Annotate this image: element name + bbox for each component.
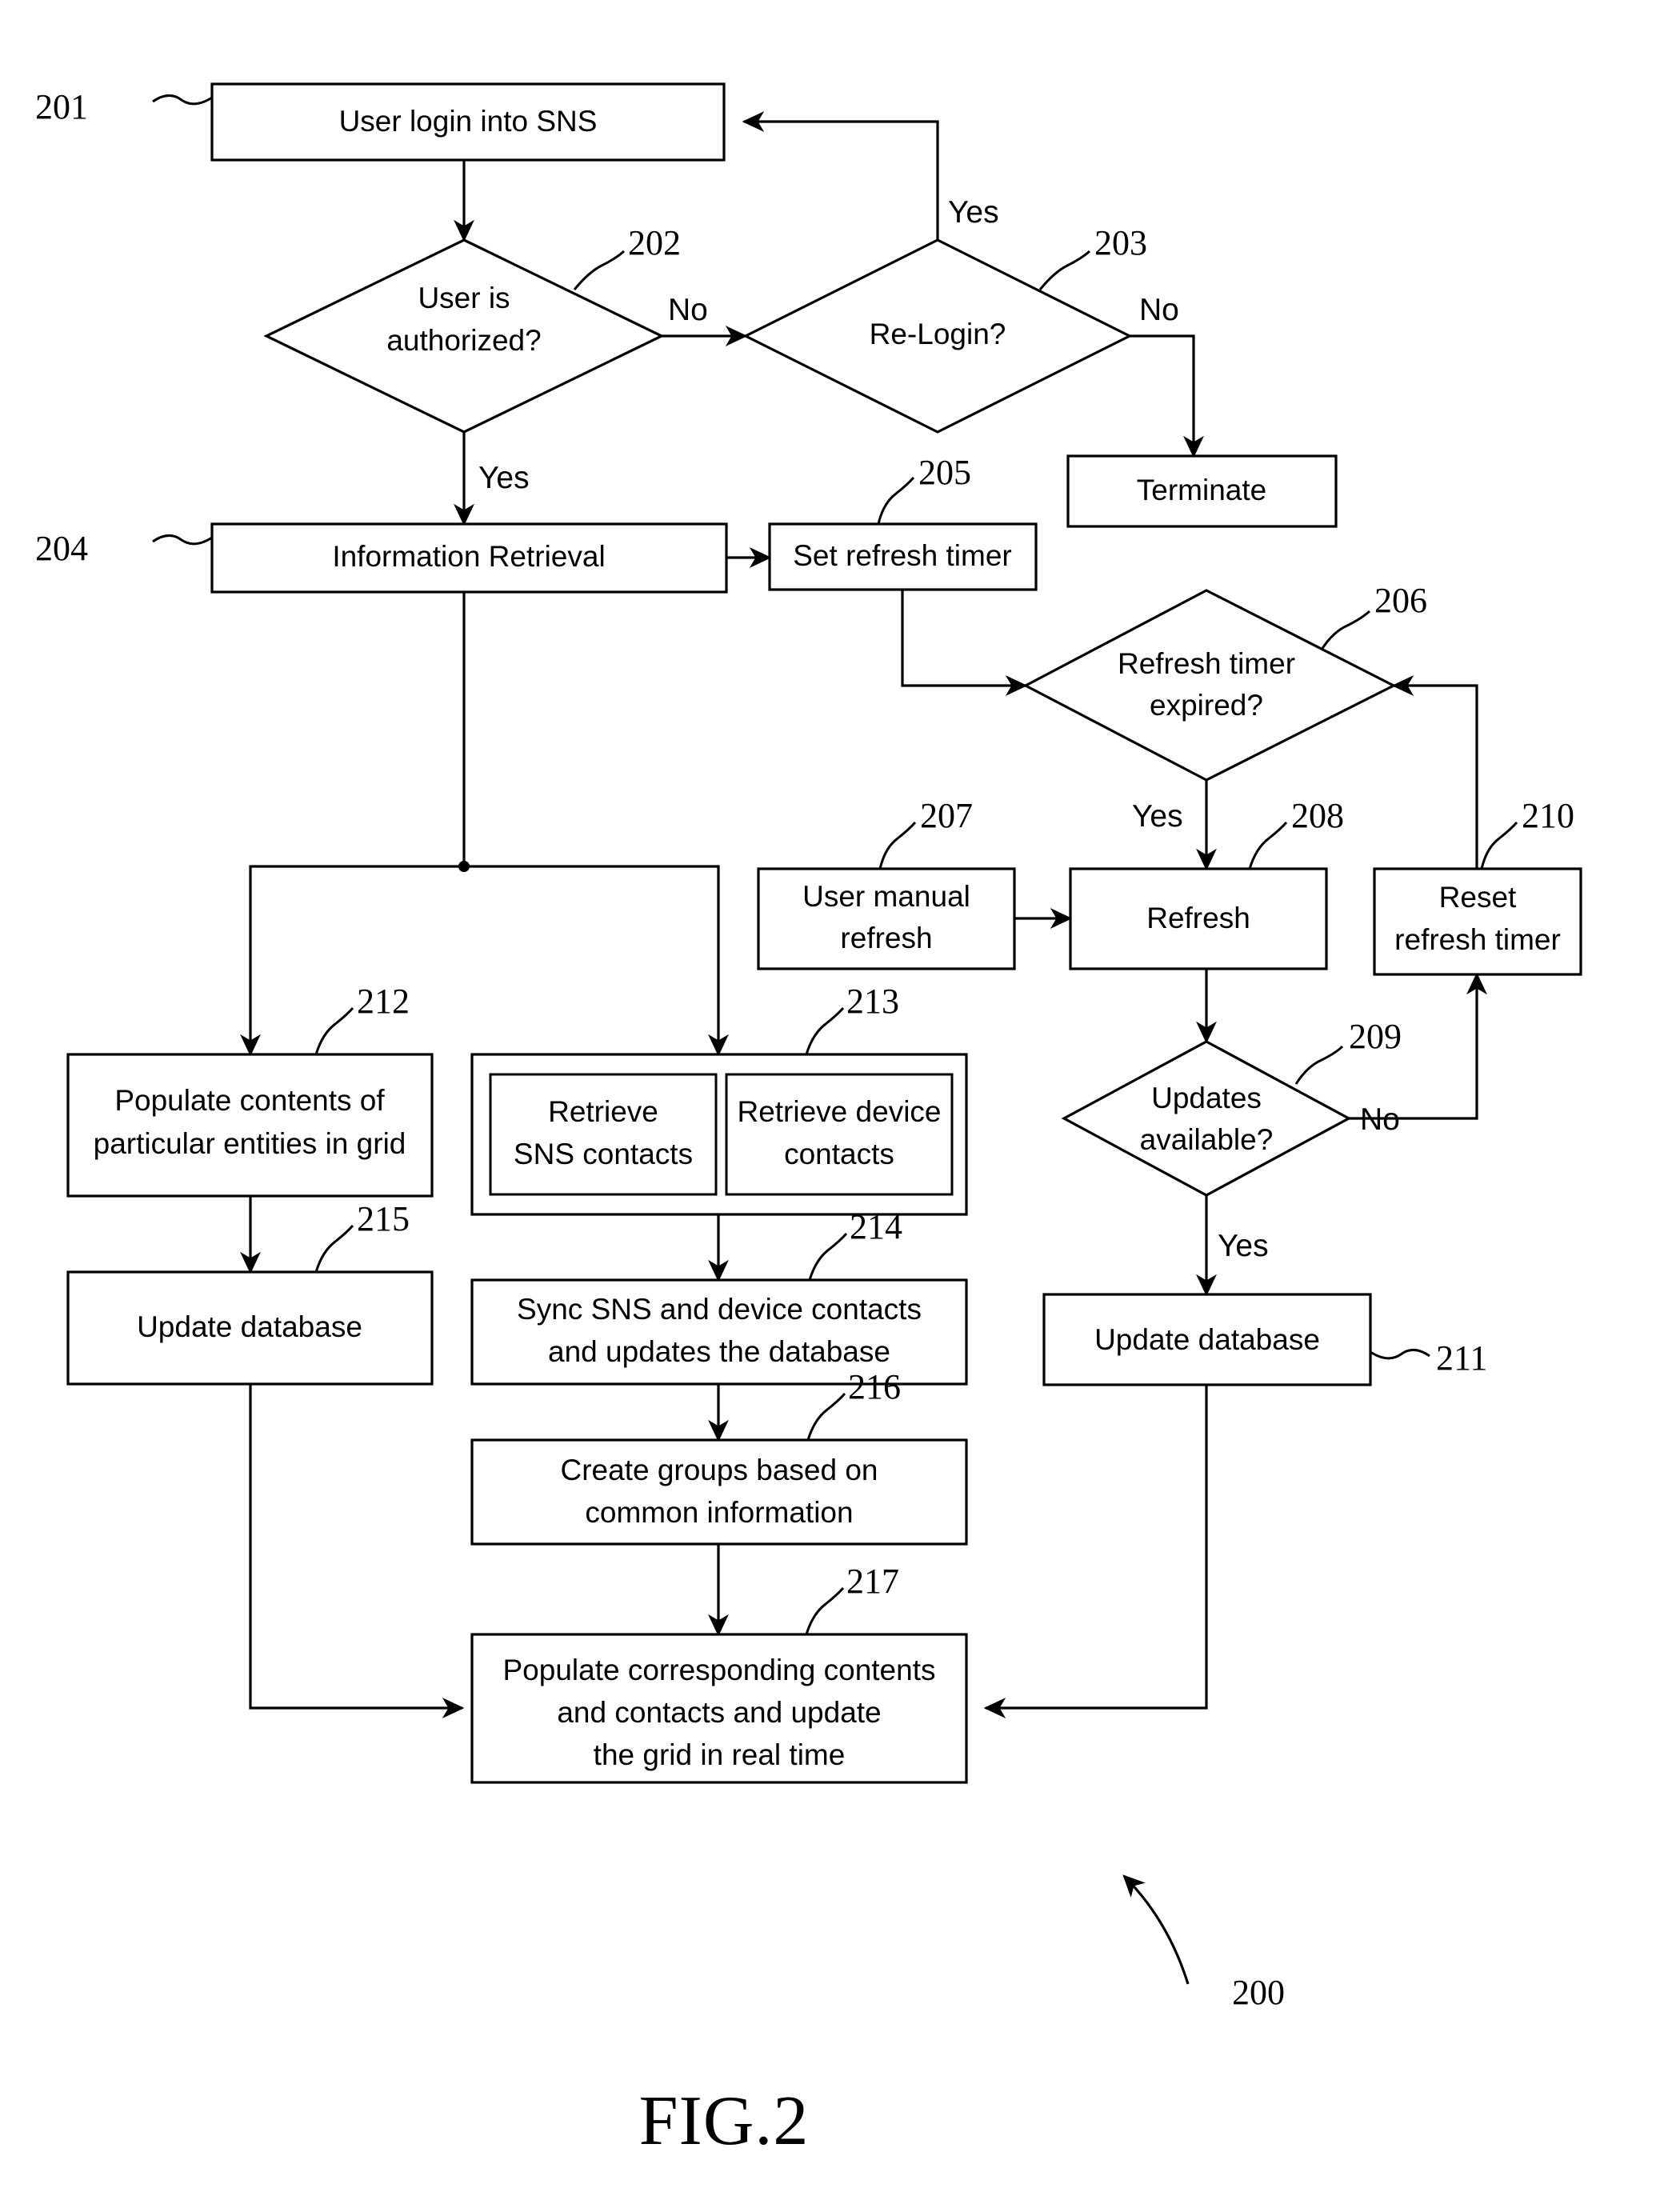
leader-216 bbox=[806, 1393, 846, 1441]
node-217-label-line1: Populate corresponding contents bbox=[503, 1654, 936, 1686]
edge-215-to-217 bbox=[249, 1384, 465, 1718]
edge-210-to-206 bbox=[1391, 675, 1478, 869]
edge-203-yes-to-201 bbox=[742, 111, 939, 240]
figure-caption: FIG.2 bbox=[639, 2082, 810, 2160]
node-204-label: Information Retrieval bbox=[332, 540, 605, 573]
node-209-label-line2: available? bbox=[1140, 1123, 1274, 1156]
ref-201: 201 bbox=[35, 87, 88, 126]
node-207-label-line1: User manual bbox=[802, 880, 970, 913]
edge-211-to-217 bbox=[983, 1386, 1208, 1718]
node-211-label: Update database bbox=[1094, 1323, 1320, 1356]
edge-label-updates-no: No bbox=[1360, 1102, 1400, 1137]
leader-206 bbox=[1320, 610, 1371, 650]
node-212-populate-contents bbox=[66, 1053, 434, 1198]
leader-208 bbox=[1248, 822, 1288, 870]
node-205-label: Set refresh timer bbox=[793, 539, 1011, 572]
node-215-label: Update database bbox=[137, 1310, 362, 1343]
ref-213: 213 bbox=[846, 982, 899, 1021]
node-217-label-line2: and contacts and update bbox=[557, 1696, 881, 1729]
leader-217 bbox=[805, 1587, 845, 1635]
ref-205: 205 bbox=[918, 453, 971, 492]
ref-215: 215 bbox=[357, 1199, 410, 1238]
node-206-refresh-timer-expired bbox=[1022, 589, 1397, 782]
leader-212 bbox=[314, 1007, 354, 1055]
edge-label-auth-yes: Yes bbox=[478, 461, 530, 495]
node-206-label-line1: Refresh timer bbox=[1118, 647, 1295, 680]
leader-209 bbox=[1294, 1045, 1344, 1085]
node-207-label-line2: refresh bbox=[840, 922, 932, 954]
node-212-label-line1: Populate contents of bbox=[114, 1084, 385, 1117]
leader-215 bbox=[314, 1225, 354, 1273]
ref-211: 211 bbox=[1436, 1338, 1487, 1378]
edge-label-relogin-yes: Yes bbox=[948, 195, 999, 230]
node-213a-label-line1: Retrieve bbox=[548, 1095, 658, 1128]
node-213b-label-line2: contacts bbox=[784, 1138, 894, 1170]
edge-label-updates-yes: Yes bbox=[1218, 1229, 1269, 1263]
edge-label-auth-no: No bbox=[668, 293, 708, 327]
edge-label-relogin-no: No bbox=[1139, 293, 1179, 327]
node-213b-label-line1: Retrieve device bbox=[737, 1095, 941, 1128]
leader-204 bbox=[152, 534, 213, 546]
ref-207: 207 bbox=[920, 796, 973, 835]
ref-212: 212 bbox=[357, 982, 410, 1021]
edge-label-timer-yes: Yes bbox=[1132, 799, 1183, 834]
leader-201 bbox=[152, 94, 213, 106]
ref-217: 217 bbox=[846, 1562, 899, 1601]
ref-206: 206 bbox=[1374, 581, 1427, 620]
node-213a-retrieve-sns-contacts bbox=[489, 1073, 718, 1196]
node-213a-label-line2: SNS contacts bbox=[514, 1138, 693, 1170]
leader-200-pointer bbox=[1122, 1874, 1190, 1985]
node-216-label-line2: common information bbox=[585, 1496, 853, 1529]
node-217-label-line3: the grid in real time bbox=[594, 1738, 846, 1771]
edge-203-no-to-terminate bbox=[1130, 334, 1204, 458]
ref-214: 214 bbox=[850, 1207, 902, 1246]
node-206-label-line2: expired? bbox=[1150, 689, 1263, 722]
leader-214 bbox=[808, 1233, 848, 1281]
leader-203 bbox=[1038, 250, 1091, 290]
ref-208: 208 bbox=[1291, 796, 1344, 835]
node-202-label-line2: authorized? bbox=[386, 324, 541, 357]
node-214-label-line2: and updates the database bbox=[548, 1335, 890, 1368]
ref-203: 203 bbox=[1094, 223, 1147, 262]
leader-210 bbox=[1480, 822, 1518, 870]
leader-213 bbox=[805, 1007, 845, 1055]
flowchart-canvas: User login into SNS User is authorized? … bbox=[35, 82, 1582, 2160]
node-216-label-line1: Create groups based on bbox=[561, 1454, 878, 1486]
ref-210: 210 bbox=[1522, 796, 1574, 835]
edge-bus-right bbox=[464, 865, 729, 1057]
node-203-label-line1: Re-Login? bbox=[870, 318, 1006, 350]
ref-216: 216 bbox=[848, 1367, 901, 1406]
edge-bus-left bbox=[240, 865, 464, 1057]
node-213b-retrieve-device-contacts bbox=[725, 1073, 954, 1196]
patent-figure-page: User login into SNS User is authorized? … bbox=[0, 0, 1680, 2208]
node-212-label-line2: particular entities in grid bbox=[94, 1127, 406, 1160]
ref-202: 202 bbox=[628, 223, 681, 262]
leader-207 bbox=[878, 822, 917, 870]
leader-205 bbox=[877, 477, 915, 525]
node-terminate-label: Terminate bbox=[1137, 474, 1266, 506]
ref-200: 200 bbox=[1232, 1973, 1285, 2012]
node-209-updates-available bbox=[1061, 1040, 1352, 1197]
node-202-label-line1: User is bbox=[418, 282, 510, 314]
leader-211 bbox=[1370, 1349, 1430, 1360]
node-214-label-line1: Sync SNS and device contacts bbox=[517, 1293, 922, 1326]
node-209-label-line1: Updates bbox=[1151, 1082, 1262, 1114]
node-201-label: User login into SNS bbox=[339, 105, 598, 138]
leader-202 bbox=[573, 250, 626, 290]
edge-205-to-206 bbox=[901, 588, 1028, 696]
node-208-label: Refresh bbox=[1146, 902, 1250, 934]
node-210-label-line1: Reset bbox=[1439, 881, 1517, 914]
node-210-label-line2: refresh timer bbox=[1394, 923, 1561, 956]
ref-209: 209 bbox=[1349, 1017, 1402, 1056]
ref-204: 204 bbox=[35, 529, 88, 568]
